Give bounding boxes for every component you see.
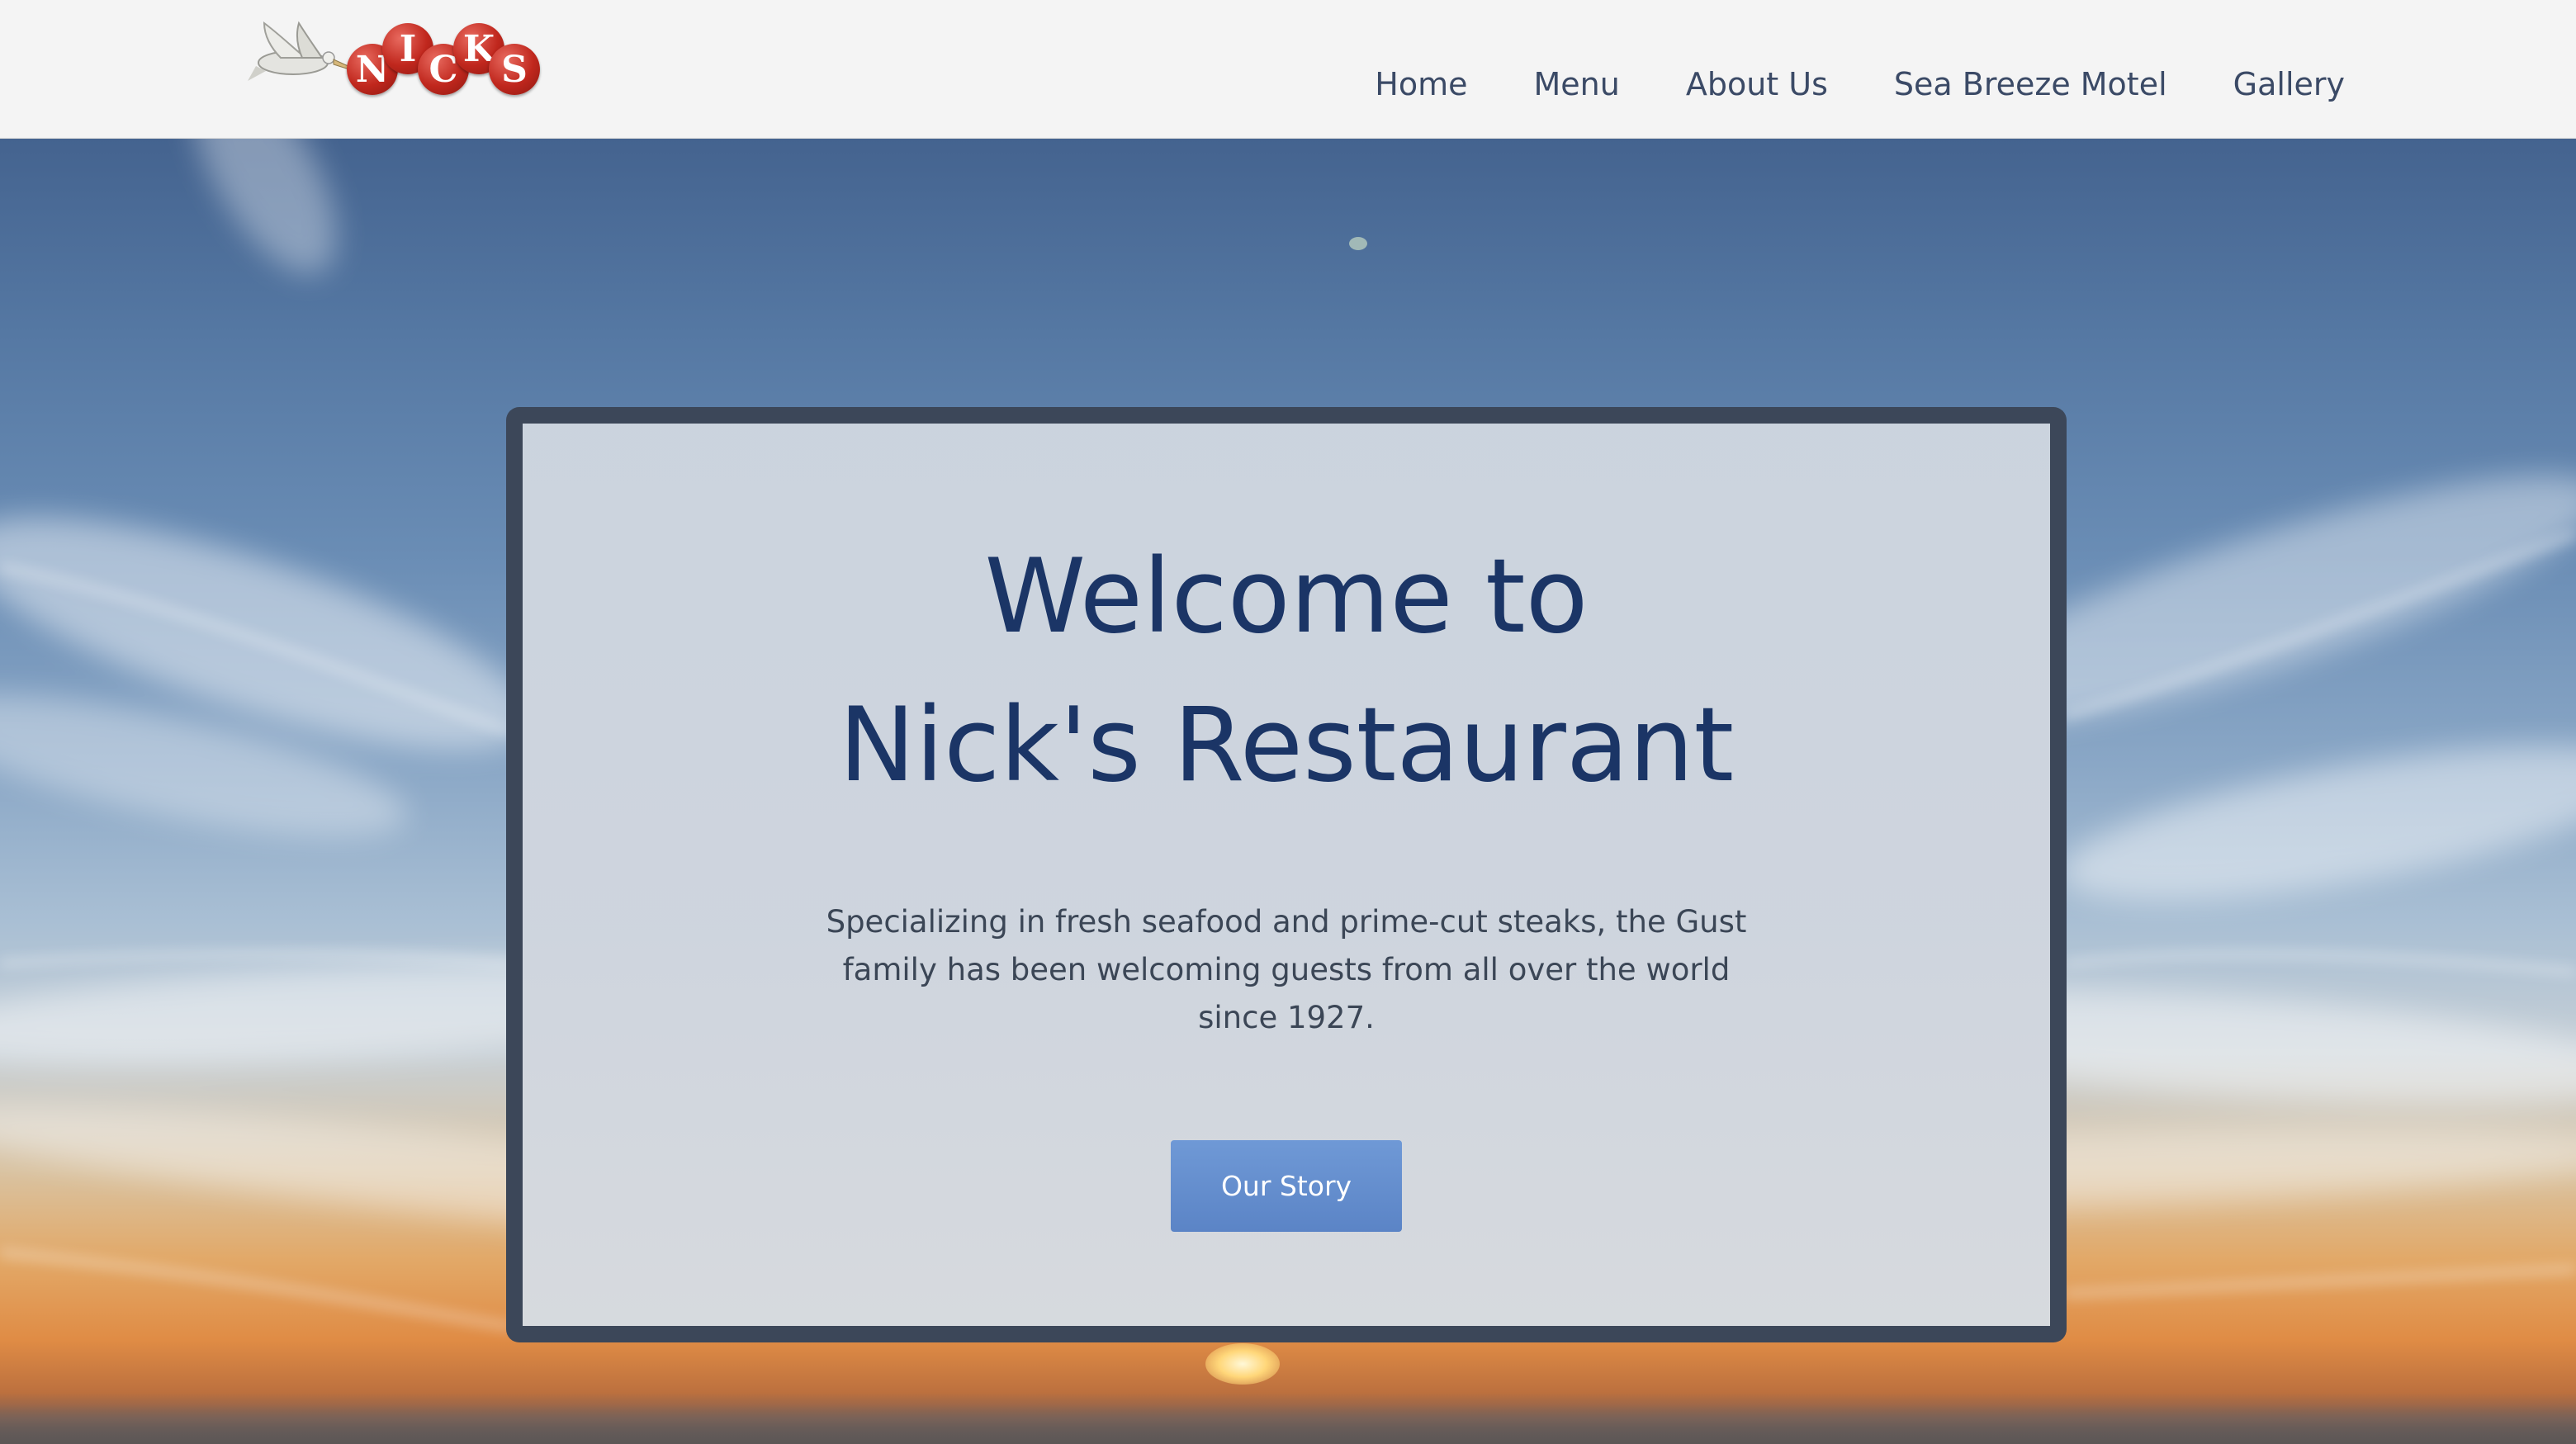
nav-menu[interactable]: Menu [1534,66,1620,102]
logo[interactable]: N I C K S [248,7,553,97]
welcome-card: Welcome to Nick's Restaurant Specializin… [506,407,2067,1342]
nav-gallery[interactable]: Gallery [2233,66,2345,102]
page-title: Welcome to Nick's Restaurant [523,523,2050,820]
logo-letter-s: S [489,44,540,95]
moon [1349,237,1367,250]
welcome-card-body: Welcome to Nick's Restaurant Specializin… [523,424,2050,1326]
site-header: N I C K S Home Menu About Us Sea Breeze … [0,0,2576,139]
our-story-button[interactable]: Our Story [1171,1140,1402,1232]
setting-sun [1205,1343,1280,1385]
nav-home[interactable]: Home [1375,66,1467,102]
title-line-2: Nick's Restaurant [838,686,1735,805]
title-line-1: Welcome to [984,537,1589,656]
main-nav: Home Menu About Us Sea Breeze Motel Gall… [1309,66,2345,102]
nav-sea-breeze-motel[interactable]: Sea Breeze Motel [1894,66,2167,102]
nav-about-us[interactable]: About Us [1686,66,1828,102]
horizon [0,1393,2576,1444]
intro-paragraph: Specializing in fresh seafood and prime-… [826,904,1747,1035]
